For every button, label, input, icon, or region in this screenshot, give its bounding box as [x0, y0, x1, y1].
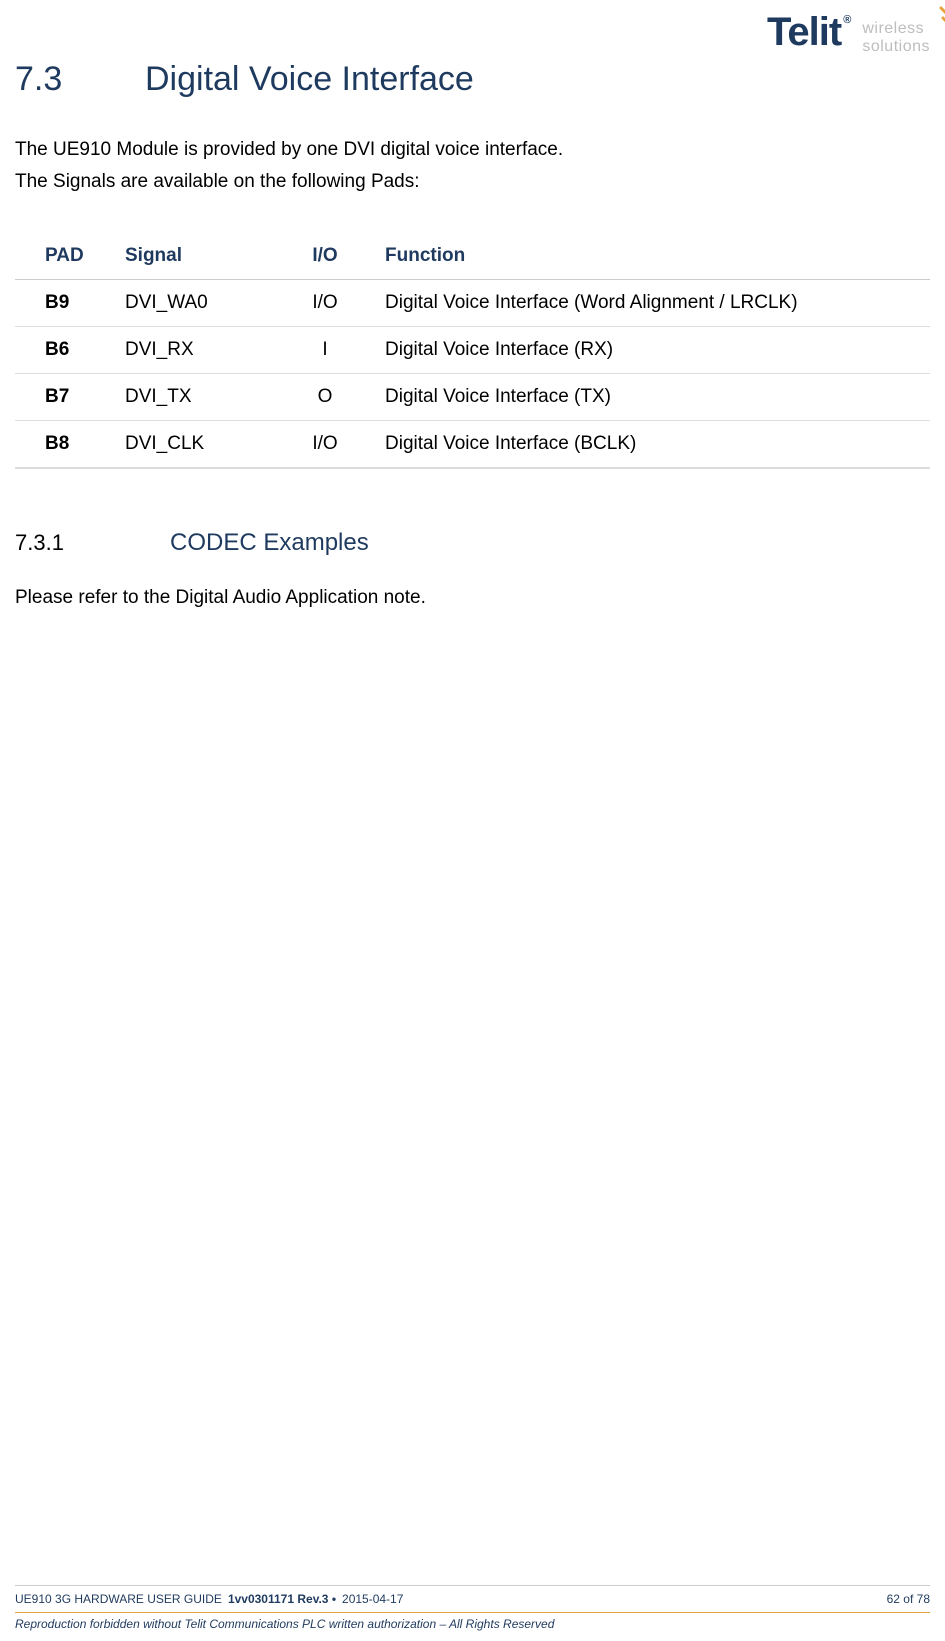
section-paragraph-1: The UE910 Module is provided by one DVI …: [15, 139, 930, 161]
subsection-title: CODEC Examples: [170, 529, 369, 557]
section-heading: 7.3 Digital Voice Interface: [15, 60, 930, 99]
footer-divider-grey: [15, 1585, 930, 1586]
th-function: Function: [385, 233, 930, 280]
cell-function: Digital Voice Interface (Word Alignment …: [385, 280, 930, 327]
cell-pad: B8: [15, 421, 125, 469]
cell-io: O: [275, 374, 385, 421]
cell-pad: B6: [15, 327, 125, 374]
cell-pad: B7: [15, 374, 125, 421]
subsection-paragraph-1: Please refer to the Digital Audio Applic…: [15, 587, 930, 609]
cell-function: Digital Voice Interface (BCLK): [385, 421, 930, 469]
subsection-heading: 7.3.1 CODEC Examples: [15, 529, 930, 557]
cell-signal: DVI_WA0: [125, 280, 275, 327]
cell-function: Digital Voice Interface (RX): [385, 327, 930, 374]
section-paragraph-2: The Signals are available on the followi…: [15, 171, 930, 193]
cell-function: Digital Voice Interface (TX): [385, 374, 930, 421]
logo-tagline-2: solutions: [862, 38, 930, 56]
footer-doc-date: 2015-04-17: [342, 1592, 403, 1606]
table-row: B6 DVI_RX I Digital Voice Interface (RX): [15, 327, 930, 374]
page-footer: UE910 3G HARDWARE USER GUIDE 1vv0301171 …: [15, 1585, 930, 1631]
cell-signal: DVI_TX: [125, 374, 275, 421]
footer-line: UE910 3G HARDWARE USER GUIDE 1vv0301171 …: [15, 1592, 930, 1606]
logo-tagline-1: wireless: [862, 20, 930, 38]
logo-brand-name: Telit: [767, 10, 841, 54]
table-row: B7 DVI_TX O Digital Voice Interface (TX): [15, 374, 930, 421]
section-title: Digital Voice Interface: [145, 60, 474, 99]
footer-page-number: 62 of 78: [887, 1592, 930, 1606]
footer-doc-rev: 1vv0301171 Rev.3 •: [228, 1592, 336, 1606]
logo-registered-icon: ®: [843, 14, 850, 26]
cell-signal: DVI_RX: [125, 327, 275, 374]
cell-io: I/O: [275, 421, 385, 469]
logo-accent-icon: [939, 6, 945, 28]
footer-doc-info: UE910 3G HARDWARE USER GUIDE 1vv0301171 …: [15, 1592, 403, 1606]
th-pad: PAD: [15, 233, 125, 280]
brand-logo: Telit® wireless solutions: [767, 10, 930, 56]
cell-io: I: [275, 327, 385, 374]
signal-table: PAD Signal I/O Function B9 DVI_WA0 I/O D…: [15, 233, 930, 469]
footer-doc-title: UE910 3G HARDWARE USER GUIDE: [15, 1592, 222, 1606]
th-io: I/O: [275, 233, 385, 280]
cell-signal: DVI_CLK: [125, 421, 275, 469]
th-signal: Signal: [125, 233, 275, 280]
table-header-row: PAD Signal I/O Function: [15, 233, 930, 280]
table-row: B9 DVI_WA0 I/O Digital Voice Interface (…: [15, 280, 930, 327]
section-number: 7.3: [15, 60, 145, 99]
footer-copyright: Reproduction forbidden without Telit Com…: [15, 1617, 930, 1631]
cell-pad: B9: [15, 280, 125, 327]
table-row: B8 DVI_CLK I/O Digital Voice Interface (…: [15, 421, 930, 469]
cell-io: I/O: [275, 280, 385, 327]
footer-divider-orange: [15, 1612, 930, 1613]
logo-tagline: wireless solutions: [862, 20, 930, 56]
logo-brand-text: Telit®: [767, 10, 848, 55]
subsection-number: 7.3.1: [15, 530, 170, 556]
